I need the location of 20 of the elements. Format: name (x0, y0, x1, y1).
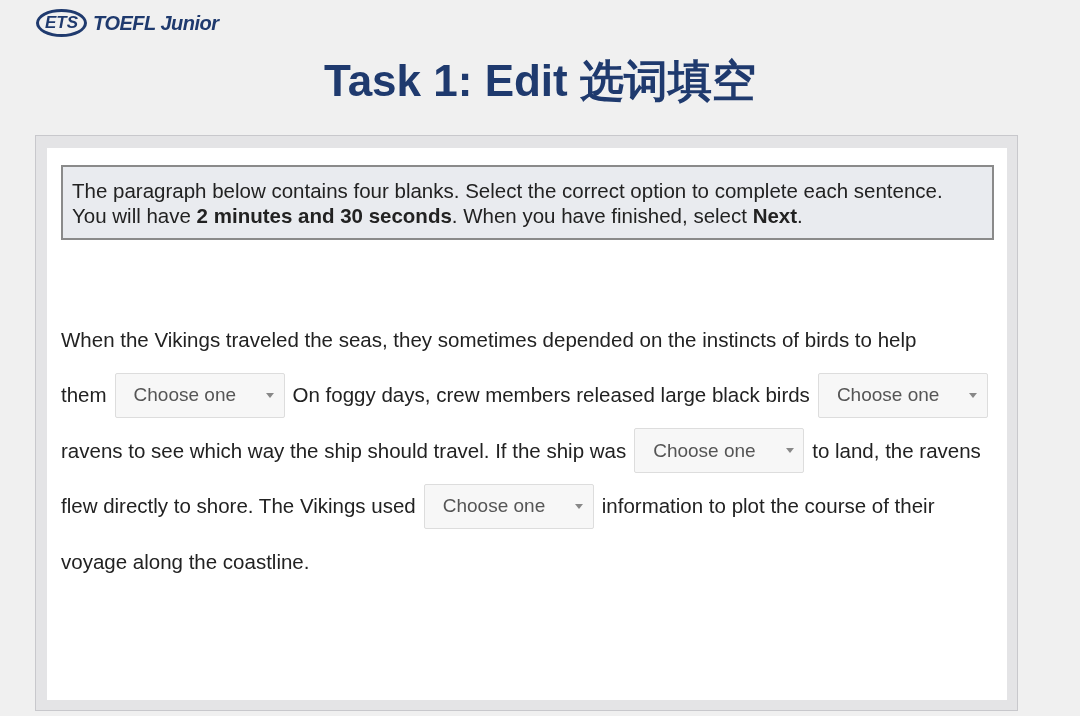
instructions-box: The paragraph below contains four blanks. Select the correct option to complete each sentence. You will have 2 minutes and 30 seconds. When you have finished, select Next. (61, 165, 994, 240)
passage-text: voyage along the coastline. (61, 549, 310, 574)
slide-title: Task 1: Edit 选词填空 (324, 55, 756, 107)
caret-icon (266, 392, 275, 398)
choice-dropdown[interactable]: Choose one (634, 428, 805, 474)
logo-text: TOEFL Junior (93, 11, 219, 35)
logo-mark: ETS (36, 9, 88, 37)
passage-text: ravens to see which way the ship should travel. If the ship was (61, 438, 627, 463)
caret-icon (785, 448, 794, 454)
passage-text: them (61, 383, 107, 408)
passage-text: When the Vikings traveled the seas, they sometimes depended on the instincts of birds to help (61, 327, 917, 352)
passage-text: flew directly to shore. The Vikings used (61, 494, 416, 519)
choice-dropdown[interactable]: Choose one (817, 372, 988, 418)
caret-icon (575, 503, 584, 509)
passage-text: On foggy days, crew members released large black birds (292, 383, 810, 408)
choice-dropdown[interactable]: Choose one (114, 372, 285, 418)
passage-text: information to plot the course of their (601, 494, 935, 519)
passage-text: to land, the ravens (812, 438, 981, 463)
caret-icon (969, 392, 978, 398)
choice-dropdown[interactable]: Choose one (423, 483, 594, 529)
